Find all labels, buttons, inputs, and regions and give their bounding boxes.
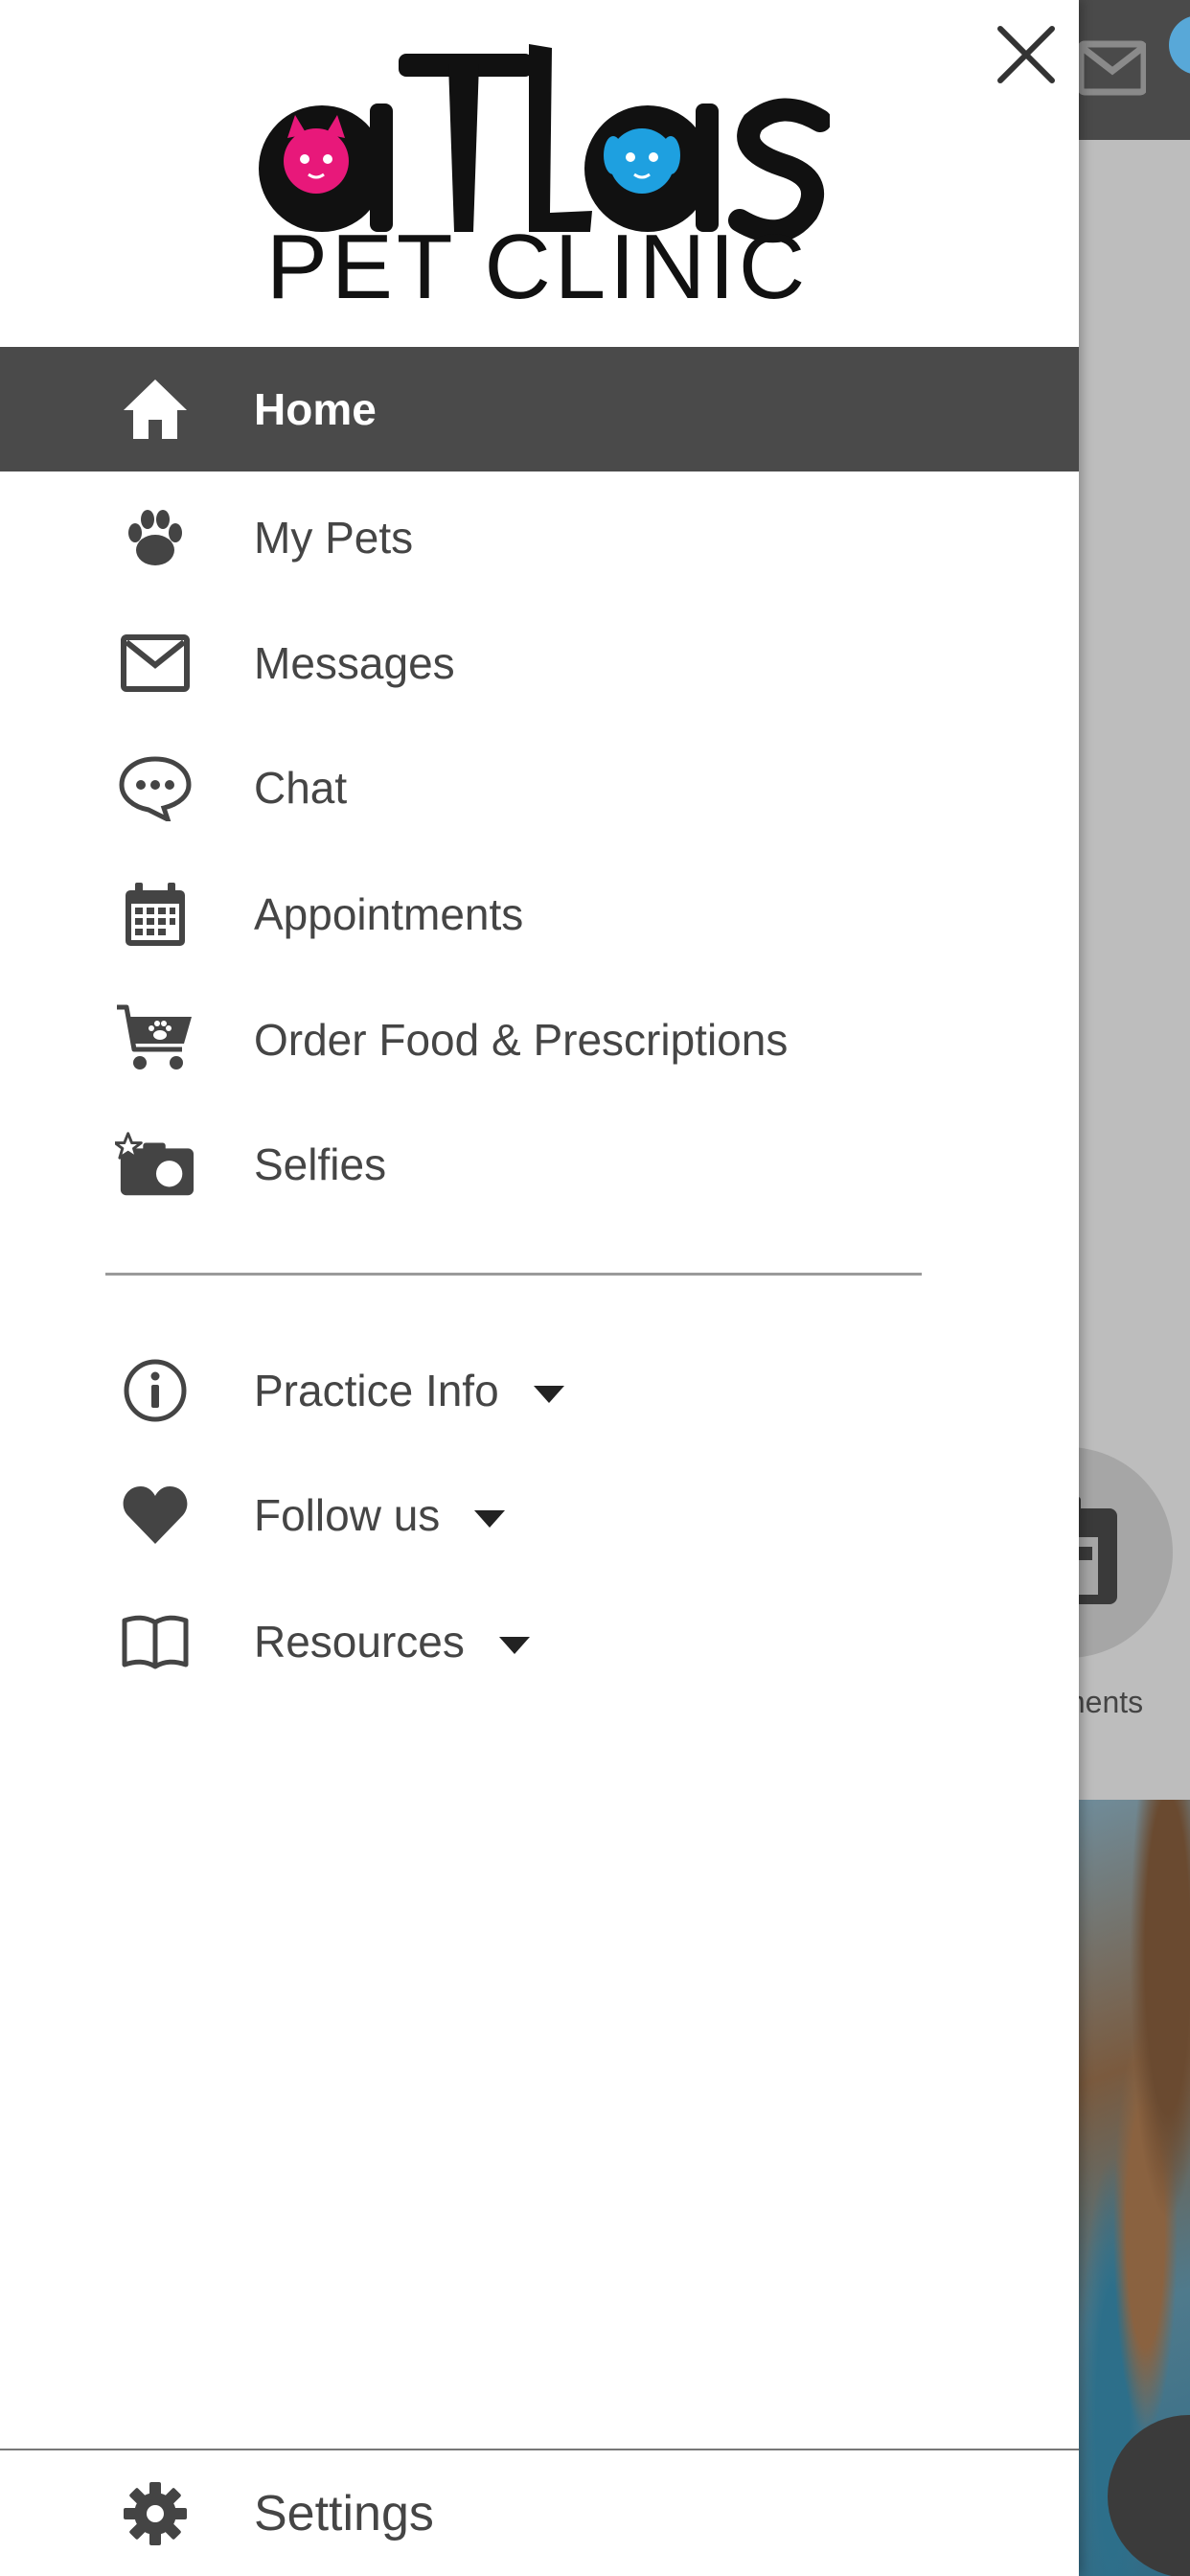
menu-item-resources[interactable]: Resources — [0, 1579, 1079, 1704]
background-app: 5 ments — [1079, 0, 1190, 2576]
home-icon — [115, 369, 195, 449]
menu-item-messages[interactable]: Messages — [0, 601, 1079, 725]
mail-icon — [115, 623, 195, 703]
menu-label: Appointments — [254, 889, 524, 939]
info-icon — [115, 1350, 195, 1431]
shortcut-caption: ments — [1079, 1685, 1144, 1719]
menu-item-selfies[interactable]: Selfies — [0, 1102, 1079, 1227]
heart-icon — [115, 1475, 195, 1555]
dropdown-caret-icon — [474, 1509, 506, 1528]
dropdown-caret-icon — [498, 1636, 530, 1654]
follow-us-label: Follow us — [254, 1490, 441, 1540]
menu-divider — [105, 1273, 922, 1276]
menu-item-practice-info[interactable]: Practice Info — [0, 1328, 1079, 1453]
cart-paw-icon — [115, 1000, 195, 1080]
settings-divider — [0, 2449, 1079, 2450]
menu-label: Practice Info — [254, 1365, 564, 1416]
menu-item-chat[interactable]: Chat — [0, 725, 1079, 850]
logo-subtitle: PET CLINIC — [266, 216, 809, 312]
camera-star-icon — [115, 1124, 195, 1205]
menu-label: Home — [254, 384, 377, 434]
menu-label: Resources — [254, 1616, 530, 1668]
dropdown-caret-icon — [533, 1385, 564, 1403]
menu-item-order-food[interactable]: Order Food & Prescriptions — [0, 978, 1079, 1102]
book-icon — [115, 1601, 195, 1682]
navigation-drawer: PET CLINIC Home My Pets Messages Chat Ap… — [0, 0, 1079, 2576]
close-button[interactable] — [993, 21, 1060, 88]
menu-label: Messages — [254, 638, 455, 688]
atlas-pet-clinic-logo: PET CLINIC — [259, 44, 830, 312]
menu-label: Selfies — [254, 1139, 387, 1189]
close-icon — [997, 26, 1055, 83]
mail-icon[interactable] — [1079, 38, 1146, 98]
menu-item-home[interactable]: Home — [0, 347, 1079, 472]
practice-info-label: Practice Info — [254, 1366, 499, 1415]
menu-item-follow-us[interactable]: Follow us — [0, 1453, 1079, 1577]
menu-label: Settings — [254, 2486, 434, 2542]
chat-bubble-icon — [115, 748, 195, 828]
menu-label: Chat — [254, 763, 348, 813]
paw-icon — [115, 497, 195, 578]
menu-label: My Pets — [254, 513, 414, 563]
menu-label: Order Food & Prescriptions — [254, 1015, 789, 1065]
calendar-icon — [1079, 1497, 1117, 1604]
menu-item-appointments[interactable]: Appointments — [0, 852, 1079, 977]
resources-label: Resources — [254, 1617, 465, 1667]
menu-label: Follow us — [254, 1489, 506, 1541]
gear-icon — [115, 2473, 195, 2554]
menu-item-settings[interactable]: Settings — [0, 2451, 1079, 2576]
menu-item-my-pets[interactable]: My Pets — [0, 475, 1079, 600]
calendar-icon — [115, 874, 195, 954]
